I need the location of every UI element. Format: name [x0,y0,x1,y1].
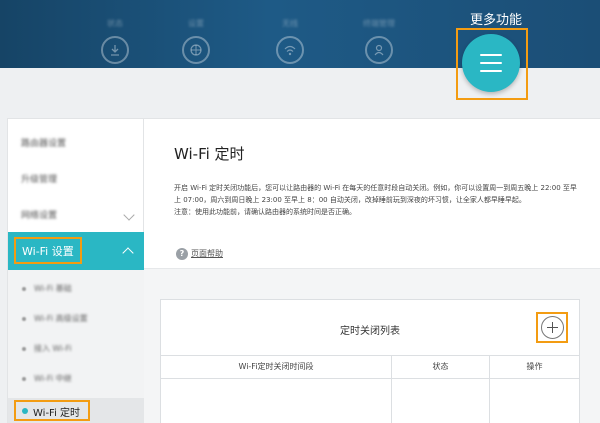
description-line: 上 07:00，周六到周日晚上 23:00 至早上 8：00 自动关闭，改掉睡前… [174,196,526,204]
nav-item-wireless[interactable]: 无线 [260,0,320,68]
bullet-icon [22,287,26,291]
main-panel: Wi-Fi 定时 开启 Wi-Fi 定时关闭功能后，您可以让路由器的 Wi-Fi… [144,118,600,423]
bullet-icon [22,347,26,351]
sidebar-item-label: 网络设置 [21,211,58,221]
nav-item-label: 无线 [282,19,298,28]
sidebar-submenu: Wi-Fi 基础 Wi-Fi 高级设置 接入 Wi-Fi Wi-Fi 中继 Wi… [8,270,145,423]
chevron-down-icon [123,209,135,221]
schedule-list-title: 定时关闭列表 [340,326,400,337]
submenu-item[interactable]: 接入 Wi-Fi [8,334,145,364]
table-row [161,379,579,423]
bullet-icon [22,377,26,381]
schedule-table-header: Wi-Fi定时关闭时间段 状态 操作 [161,355,579,379]
submenu-item-label: Wi-Fi 中继 [34,374,72,383]
column-header: 操作 [489,356,579,378]
nav-item-settings[interactable]: 设置 [166,0,226,68]
user-icon [365,36,393,64]
submenu-item[interactable]: Wi-Fi 高级设置 [8,304,145,334]
help-label: 页面帮助 [191,249,223,258]
nav-item-devices[interactable]: 终端管理 [349,0,409,68]
sidebar: 路由器设置 升级管理 网络设置 Wi-Fi 设置 Wi-Fi 基础 Wi-Fi … [7,118,145,423]
sidebar-item-network[interactable]: 网络设置 [8,197,145,233]
sidebar-item-router[interactable]: 路由器设置 [8,125,145,161]
schedule-list-card: 定时关闭列表 Wi-Fi定时关闭时间段 状态 操作 [160,299,580,423]
submenu-item-label: Wi-Fi 高级设置 [34,314,88,323]
nav-item-label: 终端管理 [363,19,395,28]
chevron-up-icon [122,247,134,259]
column-header: Wi-Fi定时关闭时间段 [238,362,314,371]
more-functions-label: 更多功能 [469,13,522,28]
submenu-item-wifi-timer[interactable]: Wi-Fi 定时 [8,398,145,423]
help-icon: ? [176,248,188,260]
description-line: 开启 Wi-Fi 定时关闭功能后，您可以让路由器的 Wi-Fi 在每天的任意时段… [174,184,577,192]
sidebar-item-label: 路由器设置 [21,139,67,149]
submenu-item-label: 接入 Wi-Fi [34,344,72,353]
add-schedule-button[interactable] [541,316,564,339]
page-description: 开启 Wi-Fi 定时关闭功能后，您可以让路由器的 Wi-Fi 在每天的任意时段… [174,182,582,218]
page-title: Wi-Fi 定时 [174,145,245,163]
sidebar-item-label: Wi-Fi 设置 [22,245,74,258]
submenu-item-label: Wi-Fi 基础 [34,284,72,293]
sidebar-item-wifi-settings[interactable]: Wi-Fi 设置 [8,232,145,270]
bullet-icon [22,317,26,321]
nav-item-label: 设置 [188,19,204,28]
download-icon [101,36,129,64]
nav-item-status[interactable]: 状态 [85,0,145,68]
more-functions-button[interactable] [462,34,520,92]
globe-icon [182,36,210,64]
nav-item-label: 状态 [107,19,123,28]
wifi-icon [276,36,304,64]
column-header: 状态 [391,356,489,378]
submenu-item[interactable]: Wi-Fi 中继 [8,364,145,394]
description-line: 注意：使用此功能前，请确认路由器的系统时间是否正确。 [174,208,356,216]
submenu-item[interactable]: Wi-Fi 基础 [8,274,145,304]
sidebar-item-label: 升级管理 [21,175,58,185]
submenu-item-label: Wi-Fi 定时 [33,408,81,419]
sidebar-item-upgrade[interactable]: 升级管理 [8,161,145,197]
table-cell [489,379,579,423]
table-cell [391,379,489,423]
active-dot-icon [22,408,28,414]
